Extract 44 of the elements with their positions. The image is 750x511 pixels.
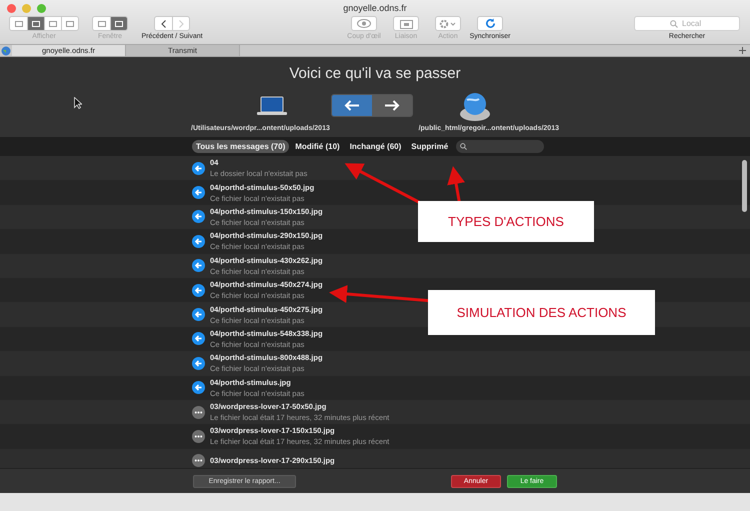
filter-search-field[interactable] <box>456 140 544 153</box>
sync-icon <box>484 18 496 29</box>
view-mode-segment[interactable] <box>44 17 61 30</box>
search-field[interactable]: Local <box>634 16 740 31</box>
view-mode-segment[interactable] <box>10 17 27 30</box>
scrollbar-thumb[interactable] <box>742 160 747 212</box>
minimize-button[interactable] <box>22 4 31 12</box>
direction-toggle[interactable] <box>332 95 372 116</box>
ellipsis-icon <box>192 430 205 443</box>
direction-toggle[interactable] <box>372 95 412 116</box>
filter-tab[interactable]: Supprimé <box>407 140 452 153</box>
search-icon <box>460 143 468 150</box>
toolbar-button[interactable] <box>435 16 461 31</box>
close-button[interactable] <box>7 4 16 12</box>
view-mode-segment[interactable] <box>61 17 78 30</box>
window-title: gnoyelle.odns.fr <box>343 2 407 15</box>
chevron-left-icon <box>161 20 166 28</box>
globe-icon <box>1 46 11 56</box>
toolbar-button[interactable] <box>393 16 419 31</box>
eye-icon <box>357 19 371 28</box>
toolbar-button[interactable] <box>351 16 377 31</box>
toolbar-button[interactable] <box>477 16 503 31</box>
plus-icon <box>739 47 746 54</box>
ellipsis-icon <box>192 454 205 468</box>
search-icon <box>670 20 678 28</box>
laptop-icon <box>257 96 287 116</box>
annotation-text: TYPES D'ACTIONS <box>448 212 564 231</box>
zoom-button[interactable] <box>37 4 46 12</box>
filter-tab[interactable]: Inchangé (60) <box>346 140 406 153</box>
chevron-right-icon <box>178 20 184 28</box>
sheet-heading: Voici ce qu'il va se passer <box>289 64 461 84</box>
ellipsis-icon <box>192 406 205 419</box>
view-mode-segment[interactable] <box>27 17 44 30</box>
right-arrow-icon <box>384 100 400 111</box>
gear-icon <box>439 18 457 28</box>
filter-tab[interactable]: Tous les messages (70) <box>192 140 290 153</box>
left-arrow-icon <box>192 259 205 272</box>
annotation-text: SIMULATION DES ACTIONS <box>456 304 626 322</box>
window-mode-segment[interactable] <box>93 17 110 30</box>
folder-icon <box>400 18 412 28</box>
left-arrow-icon <box>344 100 360 111</box>
filter-tab[interactable]: Modifié (10) <box>291 140 344 153</box>
window-mode-segment[interactable] <box>110 17 127 30</box>
mouse-cursor-icon <box>74 97 82 109</box>
